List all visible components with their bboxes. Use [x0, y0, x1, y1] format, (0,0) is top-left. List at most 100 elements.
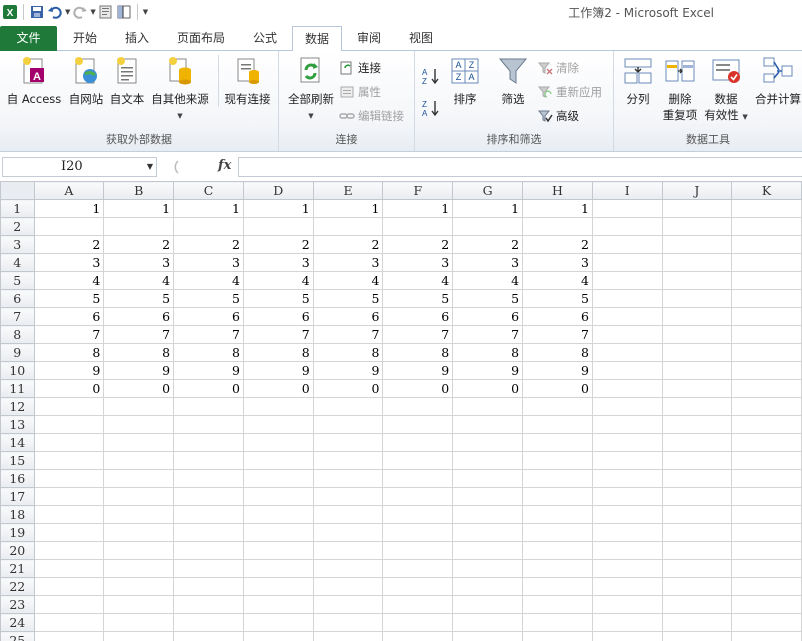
cell[interactable]: 3: [242, 253, 314, 272]
cell[interactable]: [452, 451, 524, 470]
cell[interactable]: [173, 631, 244, 641]
cell[interactable]: 8: [382, 343, 454, 362]
cell[interactable]: [242, 523, 314, 542]
cell[interactable]: 0: [452, 379, 524, 398]
cell[interactable]: [522, 217, 593, 236]
existing-connections-button[interactable]: 现有连接: [218, 55, 276, 107]
cell[interactable]: [382, 613, 454, 632]
cell[interactable]: [452, 433, 524, 452]
tab-view[interactable]: 视图: [396, 26, 446, 51]
cell[interactable]: [591, 415, 663, 434]
column-header[interactable]: H: [522, 181, 593, 200]
cell[interactable]: [731, 451, 802, 470]
cell[interactable]: 2: [382, 235, 454, 254]
cell[interactable]: [33, 415, 105, 434]
cell[interactable]: [591, 343, 663, 362]
row-header[interactable]: 15: [0, 451, 35, 470]
row-header[interactable]: 18: [0, 505, 35, 524]
cell[interactable]: 3: [33, 253, 105, 272]
cell[interactable]: 3: [522, 253, 593, 272]
row-header[interactable]: 21: [0, 559, 35, 578]
column-header[interactable]: G: [452, 181, 524, 200]
customize-qat-icon[interactable]: ▼: [143, 8, 148, 16]
cell[interactable]: 9: [173, 361, 244, 380]
row-header[interactable]: 25: [0, 631, 35, 641]
cell[interactable]: [103, 469, 175, 488]
name-box-dropdown-icon[interactable]: ▼: [147, 158, 153, 176]
from-access-button[interactable]: A 自 Access: [4, 55, 64, 107]
cell[interactable]: 5: [452, 289, 524, 308]
cell[interactable]: [33, 397, 105, 416]
cell[interactable]: 2: [312, 235, 384, 254]
cell[interactable]: [661, 559, 733, 578]
cell[interactable]: 7: [33, 325, 105, 344]
cell[interactable]: 9: [33, 361, 105, 380]
cell[interactable]: [103, 613, 175, 632]
cell[interactable]: [382, 487, 454, 506]
cell[interactable]: [452, 541, 524, 560]
row-header[interactable]: 2: [0, 217, 35, 236]
cell[interactable]: [312, 541, 384, 560]
reapply-button[interactable]: 重新应用: [537, 82, 602, 102]
redo-dropdown-icon[interactable]: ▼: [90, 8, 95, 16]
cell[interactable]: [312, 595, 384, 614]
cell[interactable]: [33, 523, 105, 542]
cell[interactable]: 0: [312, 379, 384, 398]
row-header[interactable]: 19: [0, 523, 35, 542]
cell[interactable]: [242, 397, 314, 416]
cell[interactable]: [591, 235, 663, 254]
cell[interactable]: [731, 559, 802, 578]
cell[interactable]: [312, 631, 384, 641]
advanced-filter-button[interactable]: 高级: [537, 106, 579, 126]
row-header[interactable]: 1: [0, 199, 35, 218]
row-header[interactable]: 16: [0, 469, 35, 488]
worksheet-grid[interactable]: ABCDEFGHIJK 1111111112322222222433333333…: [0, 181, 802, 641]
tab-formulas[interactable]: 公式: [240, 26, 290, 51]
row-header[interactable]: 9: [0, 343, 35, 362]
cell[interactable]: [591, 541, 663, 560]
cell[interactable]: [731, 343, 802, 362]
cell[interactable]: [382, 397, 454, 416]
cell[interactable]: [312, 505, 384, 524]
cell[interactable]: [33, 577, 105, 596]
row-header[interactable]: 22: [0, 577, 35, 596]
cell[interactable]: 5: [173, 289, 244, 308]
cell[interactable]: [661, 541, 733, 560]
row-header[interactable]: 12: [0, 397, 35, 416]
cell[interactable]: 3: [103, 253, 175, 272]
cell[interactable]: 5: [382, 289, 454, 308]
cell[interactable]: [103, 451, 175, 470]
expand-handle-icon[interactable]: [162, 159, 182, 175]
cell[interactable]: 6: [242, 307, 314, 326]
undo-icon[interactable]: [47, 4, 63, 20]
cell[interactable]: [312, 559, 384, 578]
edit-links-button[interactable]: 编辑链接: [339, 106, 404, 126]
cell[interactable]: [731, 217, 802, 236]
cell[interactable]: [242, 631, 314, 641]
cell[interactable]: [661, 523, 733, 542]
cell[interactable]: 9: [522, 361, 593, 380]
cell[interactable]: [661, 253, 733, 272]
cell[interactable]: 2: [242, 235, 314, 254]
cell[interactable]: 4: [312, 271, 384, 290]
cell[interactable]: [382, 541, 454, 560]
cell[interactable]: [661, 361, 733, 380]
cell[interactable]: 3: [382, 253, 454, 272]
row-header[interactable]: 14: [0, 433, 35, 452]
cell[interactable]: [731, 433, 802, 452]
row-header[interactable]: 20: [0, 541, 35, 560]
cell[interactable]: 2: [452, 235, 524, 254]
cell[interactable]: [731, 325, 802, 344]
cell[interactable]: [382, 559, 454, 578]
cell[interactable]: [173, 613, 244, 632]
text-to-columns-button[interactable]: 分列: [618, 55, 658, 107]
from-web-button[interactable]: 自网站: [65, 55, 107, 107]
tab-review[interactable]: 审阅: [344, 26, 394, 51]
data-validation-button[interactable]: 数据 有效性 ▼: [704, 55, 748, 123]
cell[interactable]: [173, 505, 244, 524]
remove-duplicates-button[interactable]: 删除 重复项: [658, 55, 702, 123]
cell[interactable]: 1: [103, 199, 175, 218]
cell[interactable]: [591, 613, 663, 632]
cell[interactable]: 3: [312, 253, 384, 272]
cell[interactable]: [731, 271, 802, 290]
